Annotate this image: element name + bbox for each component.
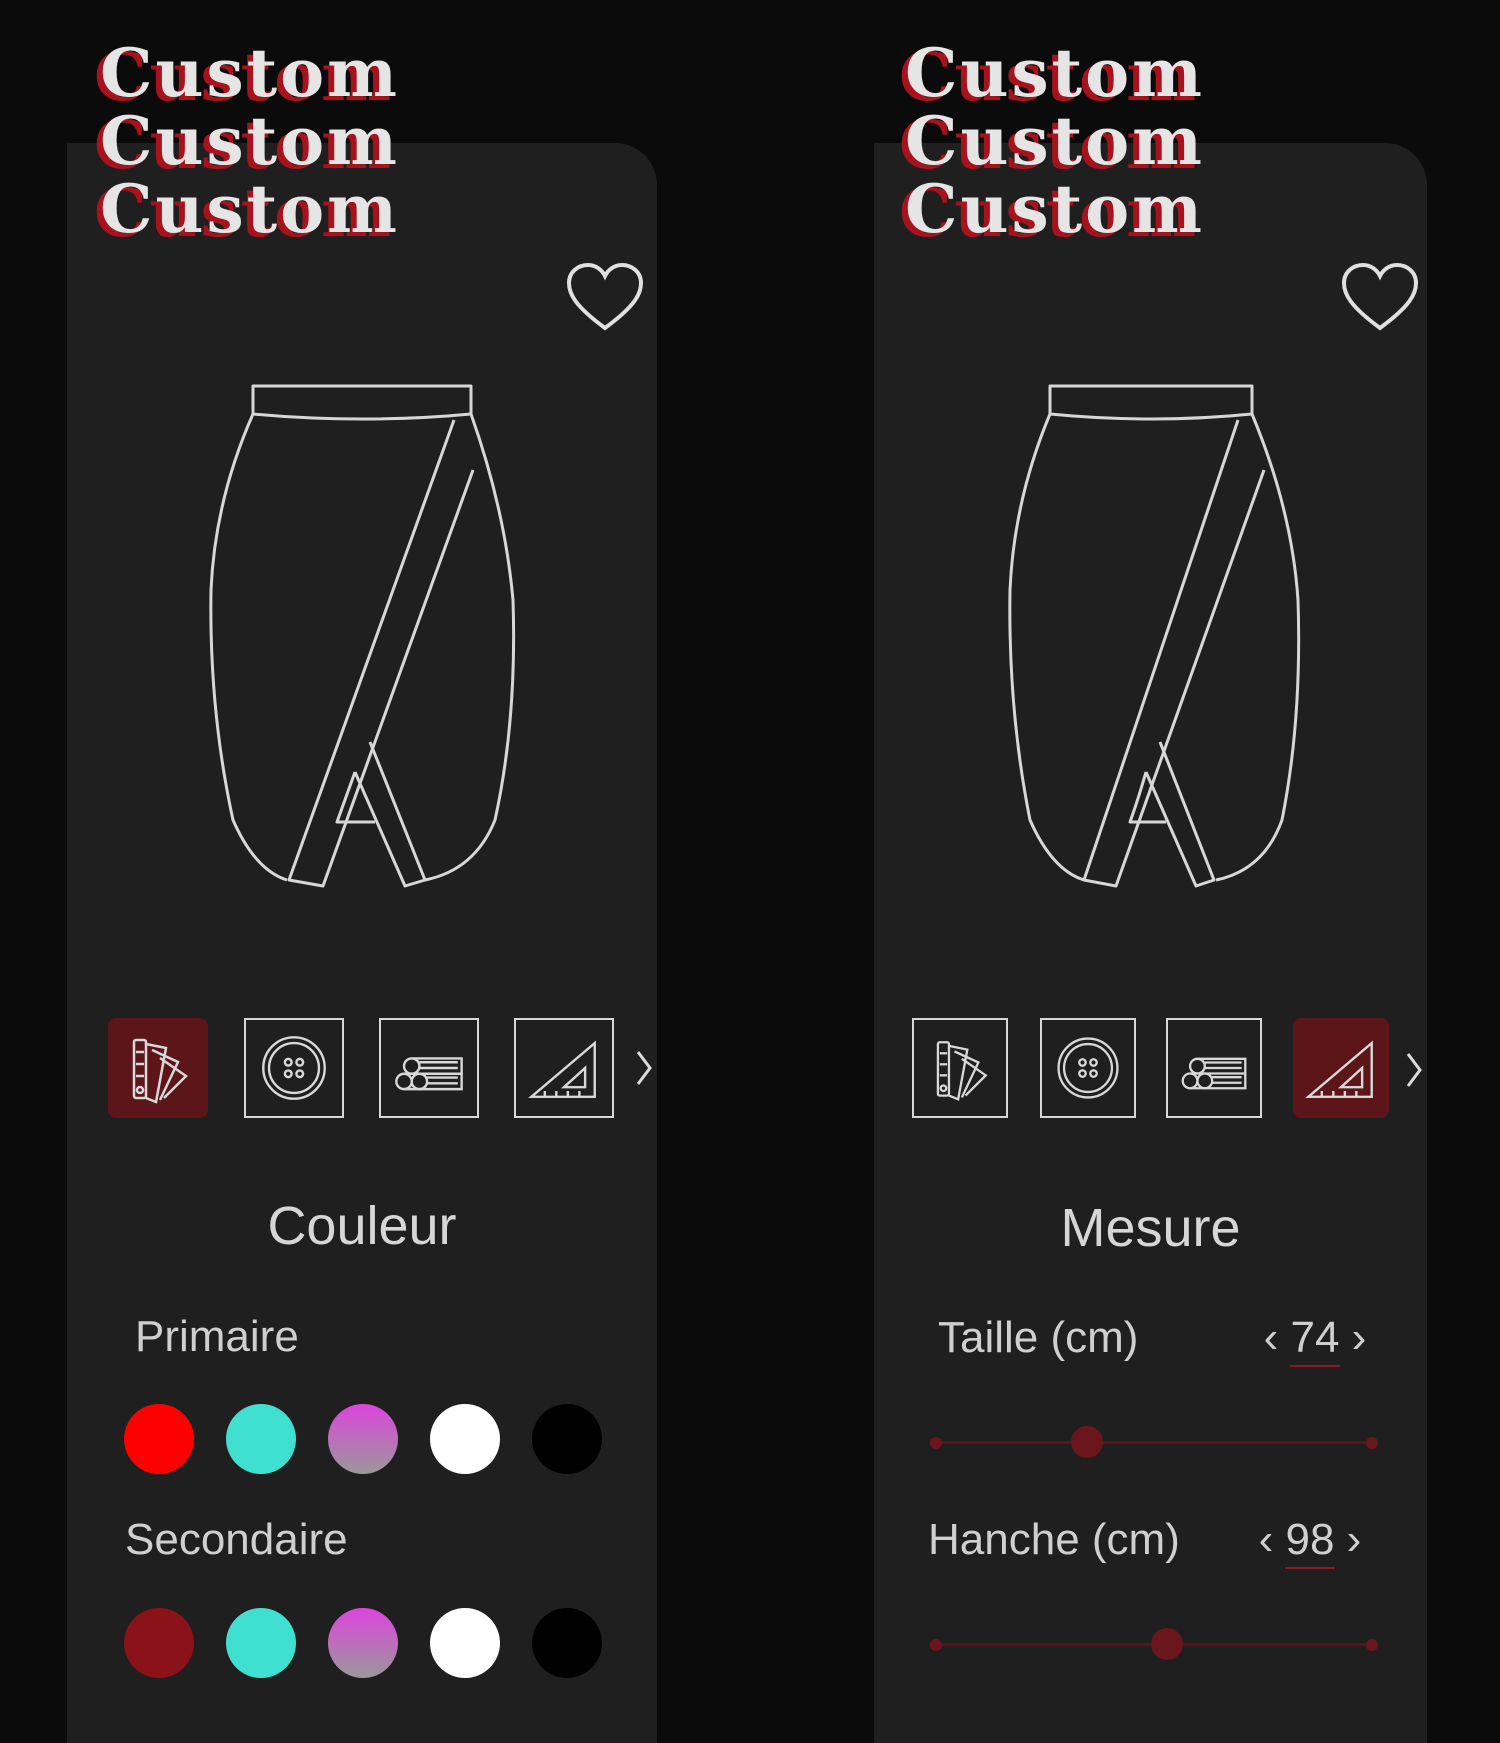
favorite-heart-icon[interactable] bbox=[1340, 262, 1420, 334]
tool-color[interactable] bbox=[108, 1018, 208, 1118]
slider-min-dot bbox=[930, 1437, 942, 1449]
hip-slider[interactable] bbox=[930, 1628, 1378, 1660]
tool-measure[interactable] bbox=[1293, 1018, 1389, 1118]
logo-text: Custom bbox=[905, 102, 1206, 180]
primary-label: Primaire bbox=[135, 1312, 299, 1361]
palette-icon bbox=[132, 1038, 188, 1104]
primary-color-swatch[interactable] bbox=[328, 1404, 398, 1474]
secondary-color-swatch[interactable] bbox=[226, 1608, 296, 1678]
increment-button[interactable]: › bbox=[1346, 1313, 1372, 1363]
slider-min-dot bbox=[930, 1639, 942, 1651]
button-icon bbox=[1057, 1037, 1119, 1099]
slider-max-dot bbox=[1366, 1639, 1378, 1651]
skirt-preview-icon bbox=[1008, 384, 1301, 888]
chevron-right-icon[interactable] bbox=[630, 1046, 658, 1090]
slider-thumb[interactable] bbox=[1070, 1426, 1103, 1458]
decrement-button[interactable]: ‹ bbox=[1253, 1515, 1279, 1565]
hip-stepper[interactable]: ‹ 98 › bbox=[1253, 1515, 1367, 1569]
waist-stepper[interactable]: ‹ 74 › bbox=[1258, 1313, 1372, 1367]
tool-buttons[interactable] bbox=[1040, 1018, 1136, 1118]
secondary-label: Secondaire bbox=[125, 1515, 348, 1564]
decrement-button[interactable]: ‹ bbox=[1258, 1313, 1284, 1363]
tool-buttons[interactable] bbox=[244, 1018, 344, 1118]
hip-value: 98 bbox=[1285, 1515, 1335, 1569]
primary-color-swatch[interactable] bbox=[532, 1404, 602, 1474]
measure-label-hip: Hanche (cm) bbox=[928, 1515, 1180, 1564]
set-square-icon bbox=[528, 1040, 596, 1098]
logo-text: Custom bbox=[905, 34, 1206, 112]
tool-fabric[interactable] bbox=[1166, 1018, 1262, 1118]
logo-text: Custom bbox=[905, 170, 1206, 248]
logo-text: Custom bbox=[100, 102, 401, 180]
tool-fabric[interactable] bbox=[379, 1018, 479, 1118]
primary-color-swatch[interactable] bbox=[124, 1404, 194, 1474]
skirt-preview-icon bbox=[209, 384, 516, 888]
tool-measure[interactable] bbox=[514, 1018, 614, 1118]
secondary-color-swatch[interactable] bbox=[328, 1608, 398, 1678]
secondary-color-swatch[interactable] bbox=[124, 1608, 194, 1678]
primary-color-swatch[interactable] bbox=[226, 1404, 296, 1474]
waist-value: 74 bbox=[1290, 1313, 1340, 1367]
slider-track bbox=[930, 1441, 1378, 1444]
favorite-heart-icon[interactable] bbox=[565, 262, 645, 334]
secondary-color-swatch[interactable] bbox=[430, 1608, 500, 1678]
chevron-right-icon[interactable] bbox=[1400, 1048, 1428, 1092]
fabric-rolls-icon bbox=[395, 1057, 463, 1091]
measure-label-waist: Taille (cm) bbox=[938, 1313, 1139, 1362]
secondary-color-swatch[interactable] bbox=[532, 1608, 602, 1678]
section-title: Couleur bbox=[267, 1196, 457, 1256]
custom-logo: Custom Custom Custom Custom Custom Custo… bbox=[899, 34, 1265, 250]
tool-color[interactable] bbox=[912, 1018, 1008, 1118]
waist-slider[interactable] bbox=[930, 1426, 1378, 1458]
primary-color-swatch[interactable] bbox=[430, 1404, 500, 1474]
custom-logo: Custom Custom Custom Custom Custom Custo… bbox=[94, 34, 460, 250]
increment-button[interactable]: › bbox=[1341, 1515, 1367, 1565]
section-title: Mesure bbox=[1060, 1198, 1241, 1258]
fabric-rolls-icon bbox=[1181, 1057, 1247, 1090]
set-square-icon bbox=[1305, 1040, 1373, 1098]
logo-text: Custom bbox=[100, 34, 401, 112]
palette-icon bbox=[936, 1041, 988, 1101]
slider-max-dot bbox=[1366, 1437, 1378, 1449]
logo-text: Custom bbox=[100, 170, 401, 248]
button-icon bbox=[262, 1036, 326, 1100]
